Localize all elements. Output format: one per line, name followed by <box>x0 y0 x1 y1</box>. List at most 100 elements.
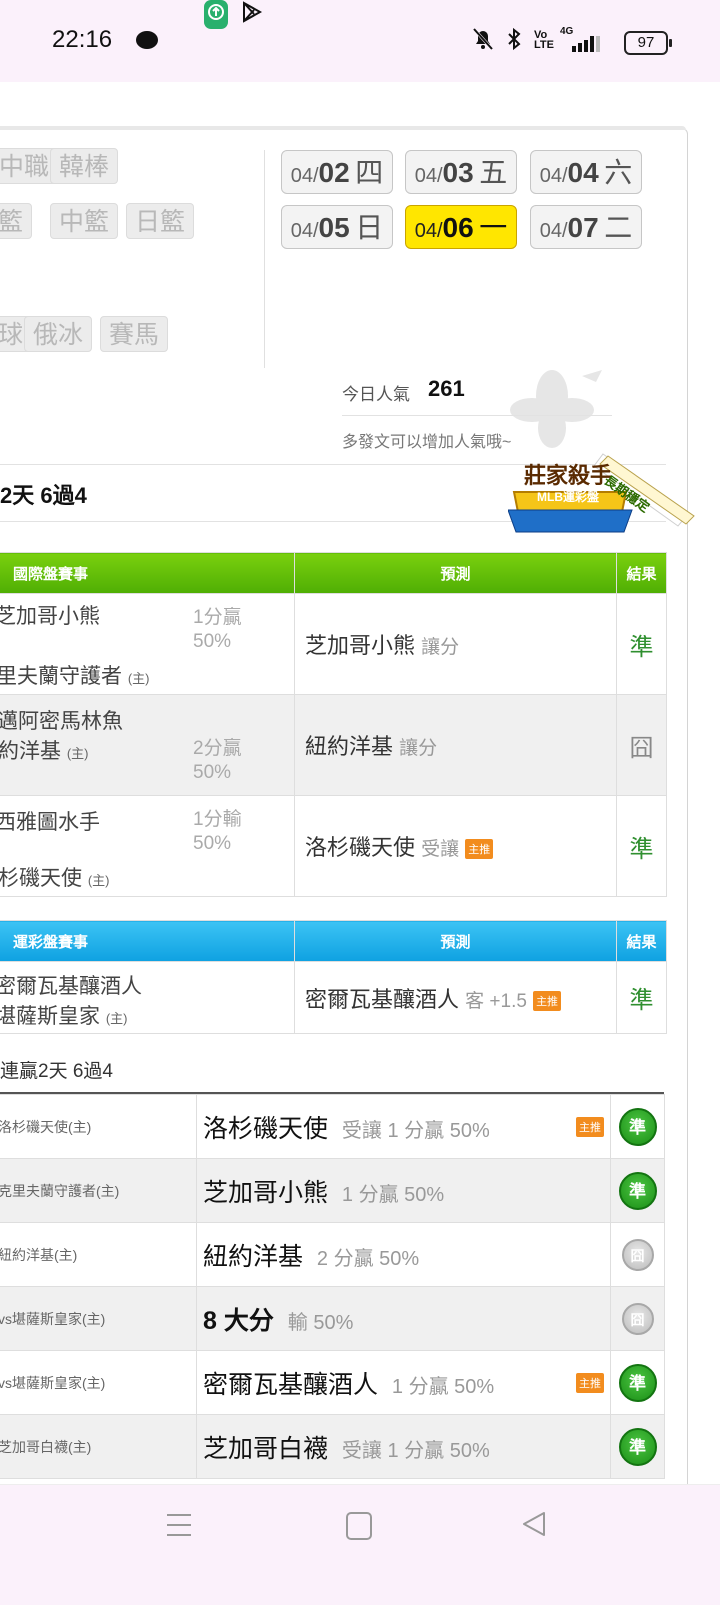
header-lottery-games: 運彩盤賽事 <box>0 920 295 962</box>
intl-odds-table: 國際盤賽事 預測 結果 芝加哥小熊 克里夫蘭守護者 (主) 1分贏50% 芝加哥… <box>0 552 667 897</box>
history-pick: 密爾瓦基釀酒人 <box>203 1370 379 1399</box>
league-tag-khl[interactable]: 俄冰 <box>24 316 93 352</box>
away-team: 邁阿密馬林魚 <box>0 710 123 733</box>
date-button-0404[interactable]: 04/04 六 <box>530 150 642 194</box>
table-row: 邁阿密馬林魚 紐約洋基 (主) 2分贏50% 紐約洋基 讓分 囧 <box>0 694 667 796</box>
history-game: 芝加哥白襪(主) <box>0 1414 197 1479</box>
history-result-cell: 準 <box>610 1094 665 1159</box>
history-game: vs堪薩斯皇家(主) <box>0 1350 197 1415</box>
popularity-label: 今日人氣 <box>342 385 410 404</box>
date-button-0402[interactable]: 04/02 四 <box>281 150 393 194</box>
signal-icon <box>572 36 602 57</box>
banker-killer-badge: 莊家殺手 MLB運彩盤 長期穩定 <box>507 452 698 562</box>
date-button-0407[interactable]: 04/07 二 <box>530 205 642 249</box>
prediction-type: 受讓 <box>421 839 460 860</box>
date-button-0403[interactable]: 04/03 五 <box>405 150 517 194</box>
home-team-name: 洛杉磯天使 <box>0 867 82 890</box>
prediction-cell: 紐約洋基 讓分 <box>294 694 617 796</box>
away-team: 密爾瓦基釀酒人 <box>0 975 142 998</box>
date-weekday: 六 <box>604 157 633 188</box>
date-month: 04/ <box>539 165 568 187</box>
date-month: 04/ <box>414 165 443 187</box>
league-tag-horse[interactable]: 賽馬 <box>100 316 169 352</box>
history-pick-cell: 芝加哥小熊 1 分贏 50% <box>196 1158 611 1223</box>
hot-pick-badge: 主推 <box>465 839 494 860</box>
history-pick-detail: 1 分贏 50% <box>391 1375 495 1398</box>
date-month: 04/ <box>539 220 568 242</box>
volte-icon: Vo LTE <box>534 29 554 51</box>
date-month: 04/ <box>290 165 319 187</box>
league-tag-nba[interactable]: 美籃 <box>0 203 33 239</box>
history-result-cell: 準 <box>610 1158 665 1223</box>
history-result-cell: 囧 <box>610 1286 665 1351</box>
history-pick-cell: 密爾瓦基釀酒人 1 分贏 50% 主推 <box>196 1350 611 1415</box>
card-top-edge <box>0 126 686 130</box>
history-result-cell: 準 <box>610 1414 665 1479</box>
result-cell: 準 <box>616 961 667 1034</box>
history-pick: 芝加哥白襪 <box>203 1434 329 1463</box>
league-tag-bleague[interactable]: 日籃 <box>126 203 195 239</box>
history-game: 紐約洋基(主) <box>0 1222 197 1287</box>
history-pick: 洛杉磯天使 <box>203 1114 329 1143</box>
win-circle-icon: 準 <box>618 1363 657 1402</box>
home-team-name: 堪薩斯皇家 <box>0 1005 100 1028</box>
history-table: 洛杉磯天使(主) 洛杉磯天使 受讓 1 分贏 50% 主推 準 克里夫蘭守護者(主… <box>0 1094 665 1479</box>
date-month: 04/ <box>414 220 443 242</box>
matchup-cell: 西雅圖水手 洛杉磯天使 (主) 1分輸50% <box>0 795 295 897</box>
battery-icon: 97 <box>624 31 672 55</box>
table-row: vs堪薩斯皇家(主) 8 大分 輸 50% 囧 <box>0 1286 665 1351</box>
result-cell: 準 <box>616 795 667 897</box>
odds-percent: 50% <box>193 631 232 652</box>
flower-watermark-icon <box>492 366 622 461</box>
menu-icon[interactable] <box>166 1512 192 1543</box>
date-weekday: 五 <box>479 157 508 188</box>
history-result-cell: 準 <box>610 1350 665 1415</box>
back-icon[interactable] <box>522 1511 546 1542</box>
date-day: 03 <box>442 157 474 188</box>
home-team: 堪薩斯皇家 (主) <box>0 1000 128 1030</box>
matchup-cell: 芝加哥小熊 克里夫蘭守護者 (主) 1分贏50% <box>0 593 295 695</box>
home-icon[interactable] <box>346 1512 372 1540</box>
prediction-type: 客 +1.5 <box>465 990 527 1012</box>
header-result: 結果 <box>616 920 667 962</box>
league-tag-cba[interactable]: 中籃 <box>50 203 119 239</box>
history-title: 連贏2天 6過4 <box>0 1061 113 1082</box>
upload-icon <box>204 0 228 29</box>
away-team: 芝加哥小熊 <box>0 605 100 628</box>
odds-percent: 50% <box>193 762 232 783</box>
matchup-cell: 密爾瓦基釀酒人 堪薩斯皇家 (主) <box>0 961 295 1034</box>
status-time: 22:16 <box>52 26 113 53</box>
league-tag-kbo[interactable]: 韓棒 <box>50 148 119 184</box>
history-pick: 芝加哥小熊 <box>203 1178 329 1207</box>
system-nav-bar <box>0 1484 720 1605</box>
date-weekday: 四 <box>355 157 384 188</box>
header-prediction: 預測 <box>294 552 617 594</box>
date-day: 05 <box>318 212 350 243</box>
date-button-0405[interactable]: 04/05 日 <box>281 205 393 249</box>
play-store-icon <box>240 0 264 29</box>
home-team-name: 紐約洋基 <box>0 740 61 763</box>
history-pick: 紐約洋基 <box>203 1242 304 1271</box>
history-game: 洛杉磯天使(主) <box>0 1094 197 1159</box>
history-pick-detail: 受讓 1 分贏 50% <box>341 1119 490 1142</box>
history-pick-cell: 洛杉磯天使 受讓 1 分贏 50% 主推 <box>196 1094 611 1159</box>
chat-bubble-icon <box>136 31 158 49</box>
date-weekday: 二 <box>604 212 633 243</box>
sports-lottery-table: 運彩盤賽事 預測 結果 密爾瓦基釀酒人 堪薩斯皇家 (主) 密爾瓦基釀酒人 客 … <box>0 920 667 1034</box>
history-pick: 8 大分 <box>203 1306 274 1335</box>
hot-pick-badge: 主推 <box>576 1117 604 1137</box>
popularity-divider <box>342 415 612 416</box>
win-circle-icon: 準 <box>618 1171 657 1210</box>
history-result-cell: 囧 <box>610 1222 665 1287</box>
odds-line: 1分輸 50% <box>193 808 242 856</box>
table-row: 洛杉磯天使(主) 洛杉磯天使 受讓 1 分贏 50% 主推 準 <box>0 1094 665 1159</box>
history-pick-cell: 紐約洋基 2 分贏 50% <box>196 1222 611 1287</box>
table-row: 芝加哥白襪(主) 芝加哥白襪 受讓 1 分贏 50% 準 <box>0 1414 665 1479</box>
prediction-pick: 洛杉磯天使 <box>305 835 416 860</box>
history-game: 克里夫蘭守護者(主) <box>0 1158 197 1223</box>
date-button-0406-selected[interactable]: 04/06 一 <box>405 205 517 249</box>
prediction-cell: 密爾瓦基釀酒人 客 +1.5 主推 <box>294 961 617 1034</box>
result-cell: 囧 <box>616 694 667 796</box>
table-row: 芝加哥小熊 克里夫蘭守護者 (主) 1分贏50% 芝加哥小熊 讓分 準 <box>0 593 667 695</box>
odds-spread: 2分贏 <box>193 738 242 759</box>
